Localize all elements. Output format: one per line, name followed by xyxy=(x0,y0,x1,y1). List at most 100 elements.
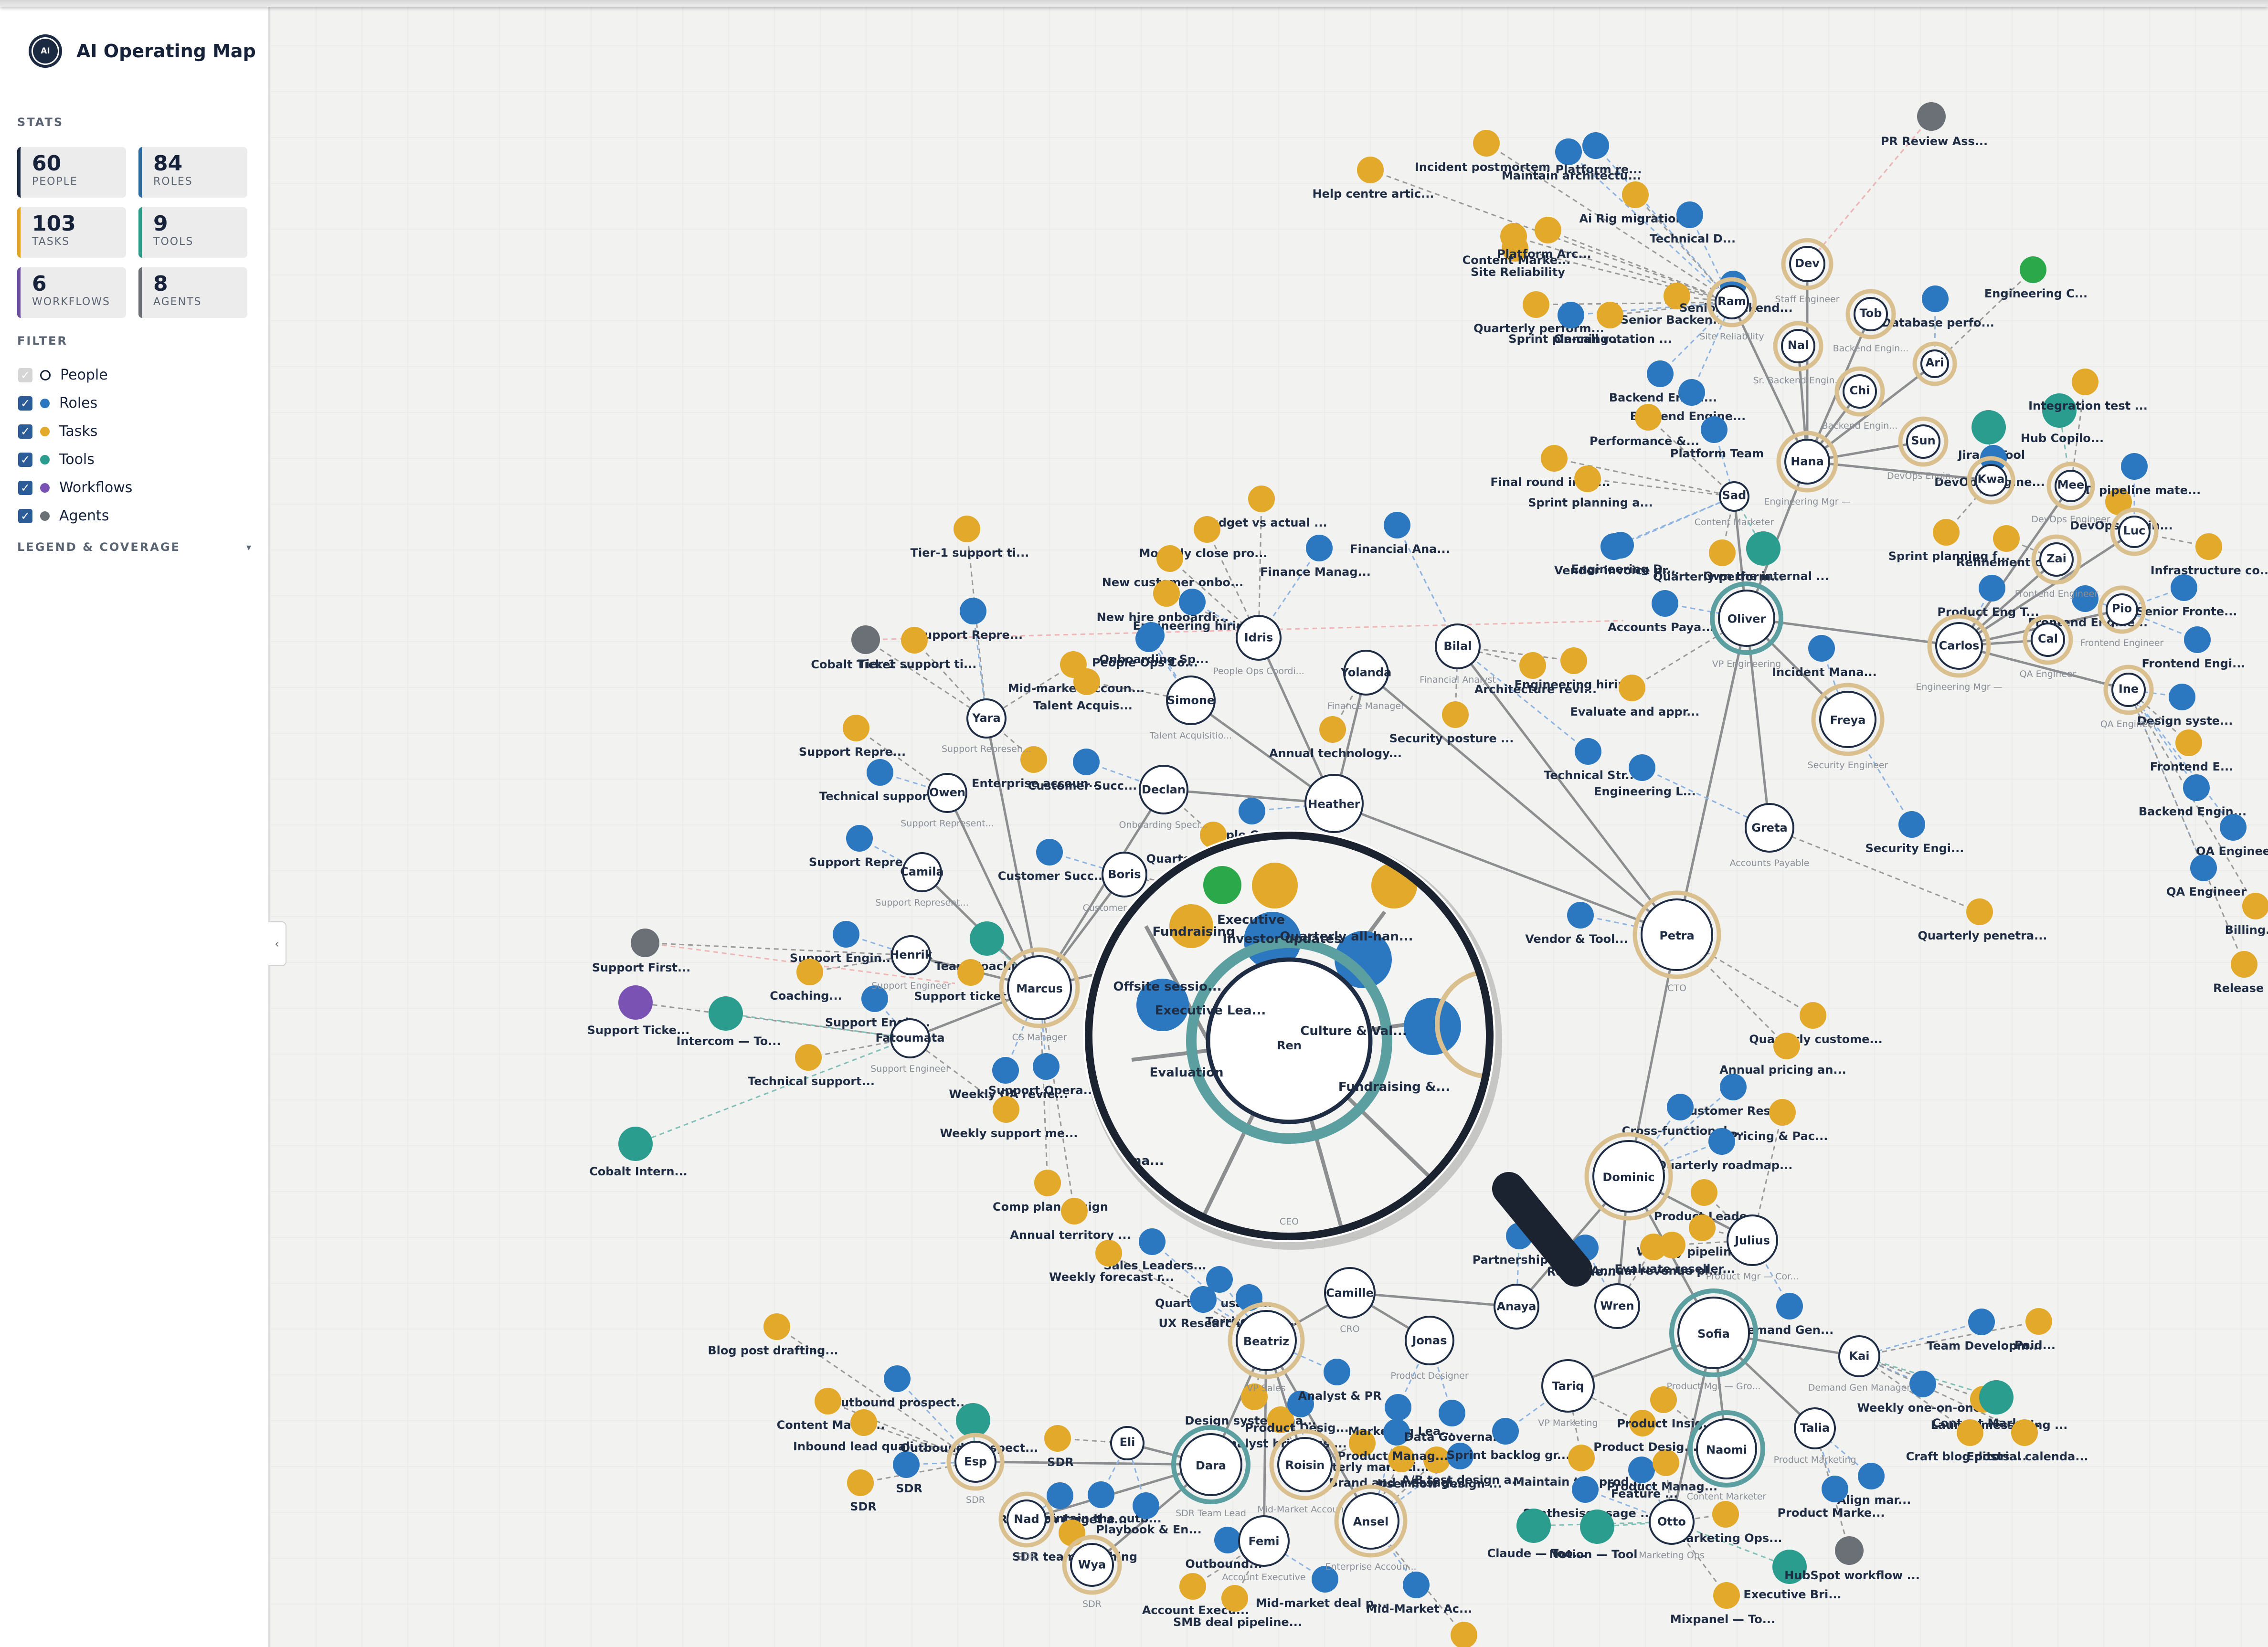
graph-node[interactable]: Data Governa... xyxy=(1404,1400,1506,1444)
filter-roles[interactable]: ✓ Roles xyxy=(18,395,97,412)
node-dot[interactable] xyxy=(2072,369,2098,395)
sidebar-collapse-button[interactable]: ‹ xyxy=(268,921,286,966)
graph-node[interactable]: Budget vs actual ... xyxy=(1201,486,1327,529)
filter-people[interactable]: ✓ People xyxy=(18,367,108,383)
checkbox-icon[interactable]: ✓ xyxy=(18,424,32,439)
node-dot[interactable] xyxy=(1720,1074,1747,1100)
graph-node[interactable]: QA Engineer xyxy=(2166,855,2247,898)
node-dot[interactable] xyxy=(1239,798,1265,824)
node-dot[interactable] xyxy=(2171,574,2197,601)
person-node[interactable]: Ram Site Reliability xyxy=(1699,277,1764,342)
graph-node[interactable]: Technical Str... xyxy=(1544,738,1638,782)
node-dot[interactable] xyxy=(1047,1482,1073,1509)
person-node[interactable]: Declan Onboarding Speci... xyxy=(1119,765,1208,830)
checkbox-icon[interactable]: ✓ xyxy=(18,396,32,411)
node-dot[interactable] xyxy=(1451,1622,1477,1647)
node-dot[interactable] xyxy=(1044,1425,1071,1452)
node-dot[interactable] xyxy=(1582,132,1609,159)
node-dot[interactable] xyxy=(795,1044,822,1071)
node-dot[interactable] xyxy=(2190,855,2217,881)
graph-node[interactable]: Support Repre... xyxy=(799,715,906,759)
node-dot[interactable] xyxy=(1712,1501,1739,1528)
node-dot[interactable] xyxy=(1473,130,1500,157)
node-dot[interactable] xyxy=(1034,1170,1061,1196)
graph-node[interactable]: Support First... xyxy=(592,929,690,974)
node-dot[interactable] xyxy=(1647,360,1674,387)
filter-agents[interactable]: ✓ Agents xyxy=(18,507,109,524)
person-node[interactable]: Cal QA Engineer xyxy=(2020,614,2077,679)
person-node[interactable]: Simone Talent Acquisitio... xyxy=(1149,676,1232,741)
node-dot[interactable] xyxy=(1061,1198,1088,1225)
node-dot[interactable] xyxy=(1248,486,1275,512)
checkbox-icon[interactable]: ✓ xyxy=(18,508,32,523)
graph-node[interactable]: Technical support... xyxy=(819,759,946,803)
node-dot[interactable] xyxy=(1179,1573,1206,1600)
node-dot[interactable] xyxy=(1619,675,1645,701)
graph-node[interactable]: Accounts Paya... xyxy=(1608,590,1715,634)
person-node[interactable]: Ine QA Engineer xyxy=(2100,665,2157,729)
node-dot[interactable] xyxy=(1567,902,1594,929)
node-dot[interactable] xyxy=(1800,1002,1826,1029)
person-node[interactable]: Kwa xyxy=(1967,456,2015,505)
node-dot[interactable] xyxy=(1156,545,1183,572)
graph-node[interactable]: Tier-1 support ti... xyxy=(911,516,1029,560)
node-dot[interactable] xyxy=(992,1057,1019,1084)
node-dot[interactable] xyxy=(2121,453,2148,480)
node-dot[interactable] xyxy=(1773,1033,1800,1059)
graph-node[interactable]: SDR xyxy=(1044,1425,1074,1469)
graph-node[interactable]: Quarterly penetra... xyxy=(1918,898,2047,942)
person-node[interactable]: Dara SDR Team Lead xyxy=(1171,1425,1251,1519)
node-dot[interactable] xyxy=(1319,716,1346,743)
node-dot[interactable] xyxy=(618,985,653,1020)
graph-node[interactable]: Infrastructure co... xyxy=(2151,533,2268,577)
node-dot[interactable] xyxy=(796,959,823,985)
node-dot[interactable] xyxy=(851,625,880,654)
node-dot[interactable] xyxy=(1993,525,2020,552)
node-dot[interactable] xyxy=(1713,1582,1740,1609)
node-dot[interactable] xyxy=(2242,893,2268,919)
person-node[interactable]: Anaya xyxy=(1494,1284,1539,1330)
node-dot[interactable] xyxy=(960,598,986,624)
node-dot[interactable] xyxy=(843,715,869,741)
node-dot[interactable] xyxy=(954,516,980,542)
graph-node[interactable]: SDR xyxy=(847,1469,877,1513)
node-dot[interactable] xyxy=(2175,729,2202,756)
graph-node[interactable]: QA Engineer xyxy=(2196,814,2268,858)
node-dot[interactable] xyxy=(2220,814,2247,841)
graph-node[interactable]: Support Engin... xyxy=(790,921,895,965)
node-dot[interactable] xyxy=(1221,1585,1248,1612)
node-dot[interactable] xyxy=(1500,223,1527,250)
graph-canvas[interactable]: Incident postmortemMaintain architectu..… xyxy=(0,0,2268,1647)
node-dot[interactable] xyxy=(1194,516,1220,543)
node-dot[interactable] xyxy=(1541,445,1568,472)
node-dot[interactable] xyxy=(1628,1457,1655,1483)
node-dot[interactable] xyxy=(2184,626,2211,653)
graph-node[interactable]: Ai Rig migration xyxy=(1579,181,1684,225)
person-node[interactable]: Jonas Product Designer xyxy=(1390,1316,1469,1381)
graph-node[interactable]: Support Repre... xyxy=(809,825,916,869)
graph-node[interactable]: Outbound prospect... xyxy=(831,1365,969,1409)
node-dot[interactable] xyxy=(1580,1510,1614,1544)
graph-node[interactable]: Align mar... xyxy=(1837,1463,1911,1507)
node-dot[interactable] xyxy=(1629,754,1655,781)
graph-node[interactable]: Blog post drafting... xyxy=(708,1313,838,1357)
node-dot[interactable] xyxy=(1139,1228,1166,1255)
graph-node[interactable]: Security Engi... xyxy=(1865,811,1964,855)
graph-node[interactable]: Engineering D... xyxy=(1571,532,1675,576)
node-dot[interactable] xyxy=(1678,379,1705,406)
node-dot[interactable] xyxy=(1133,1492,1159,1519)
legend-coverage-toggle[interactable]: LEGEND & COVERAGE ▾ xyxy=(17,540,251,554)
graph-node[interactable]: Finance Manag... xyxy=(1260,535,1371,579)
graph-node[interactable]: Incident postmortem xyxy=(1415,130,1550,174)
graph-node[interactable]: Product Desig... xyxy=(1593,1410,1697,1454)
graph-node[interactable]: Billing... xyxy=(2225,893,2268,937)
graph-node[interactable]: Mid-Market Ac... xyxy=(1366,1572,1473,1615)
node-dot[interactable] xyxy=(709,996,743,1031)
node-dot[interactable] xyxy=(1088,1481,1114,1508)
node-dot[interactable] xyxy=(1059,1520,1085,1546)
node-dot[interactable] xyxy=(1036,839,1063,866)
graph-node[interactable]: Coaching... xyxy=(770,959,842,1003)
node-dot[interactable] xyxy=(1701,416,1727,443)
filter-workflows[interactable]: ✓ Workflows xyxy=(18,479,132,496)
node-dot[interactable] xyxy=(1558,302,1584,328)
